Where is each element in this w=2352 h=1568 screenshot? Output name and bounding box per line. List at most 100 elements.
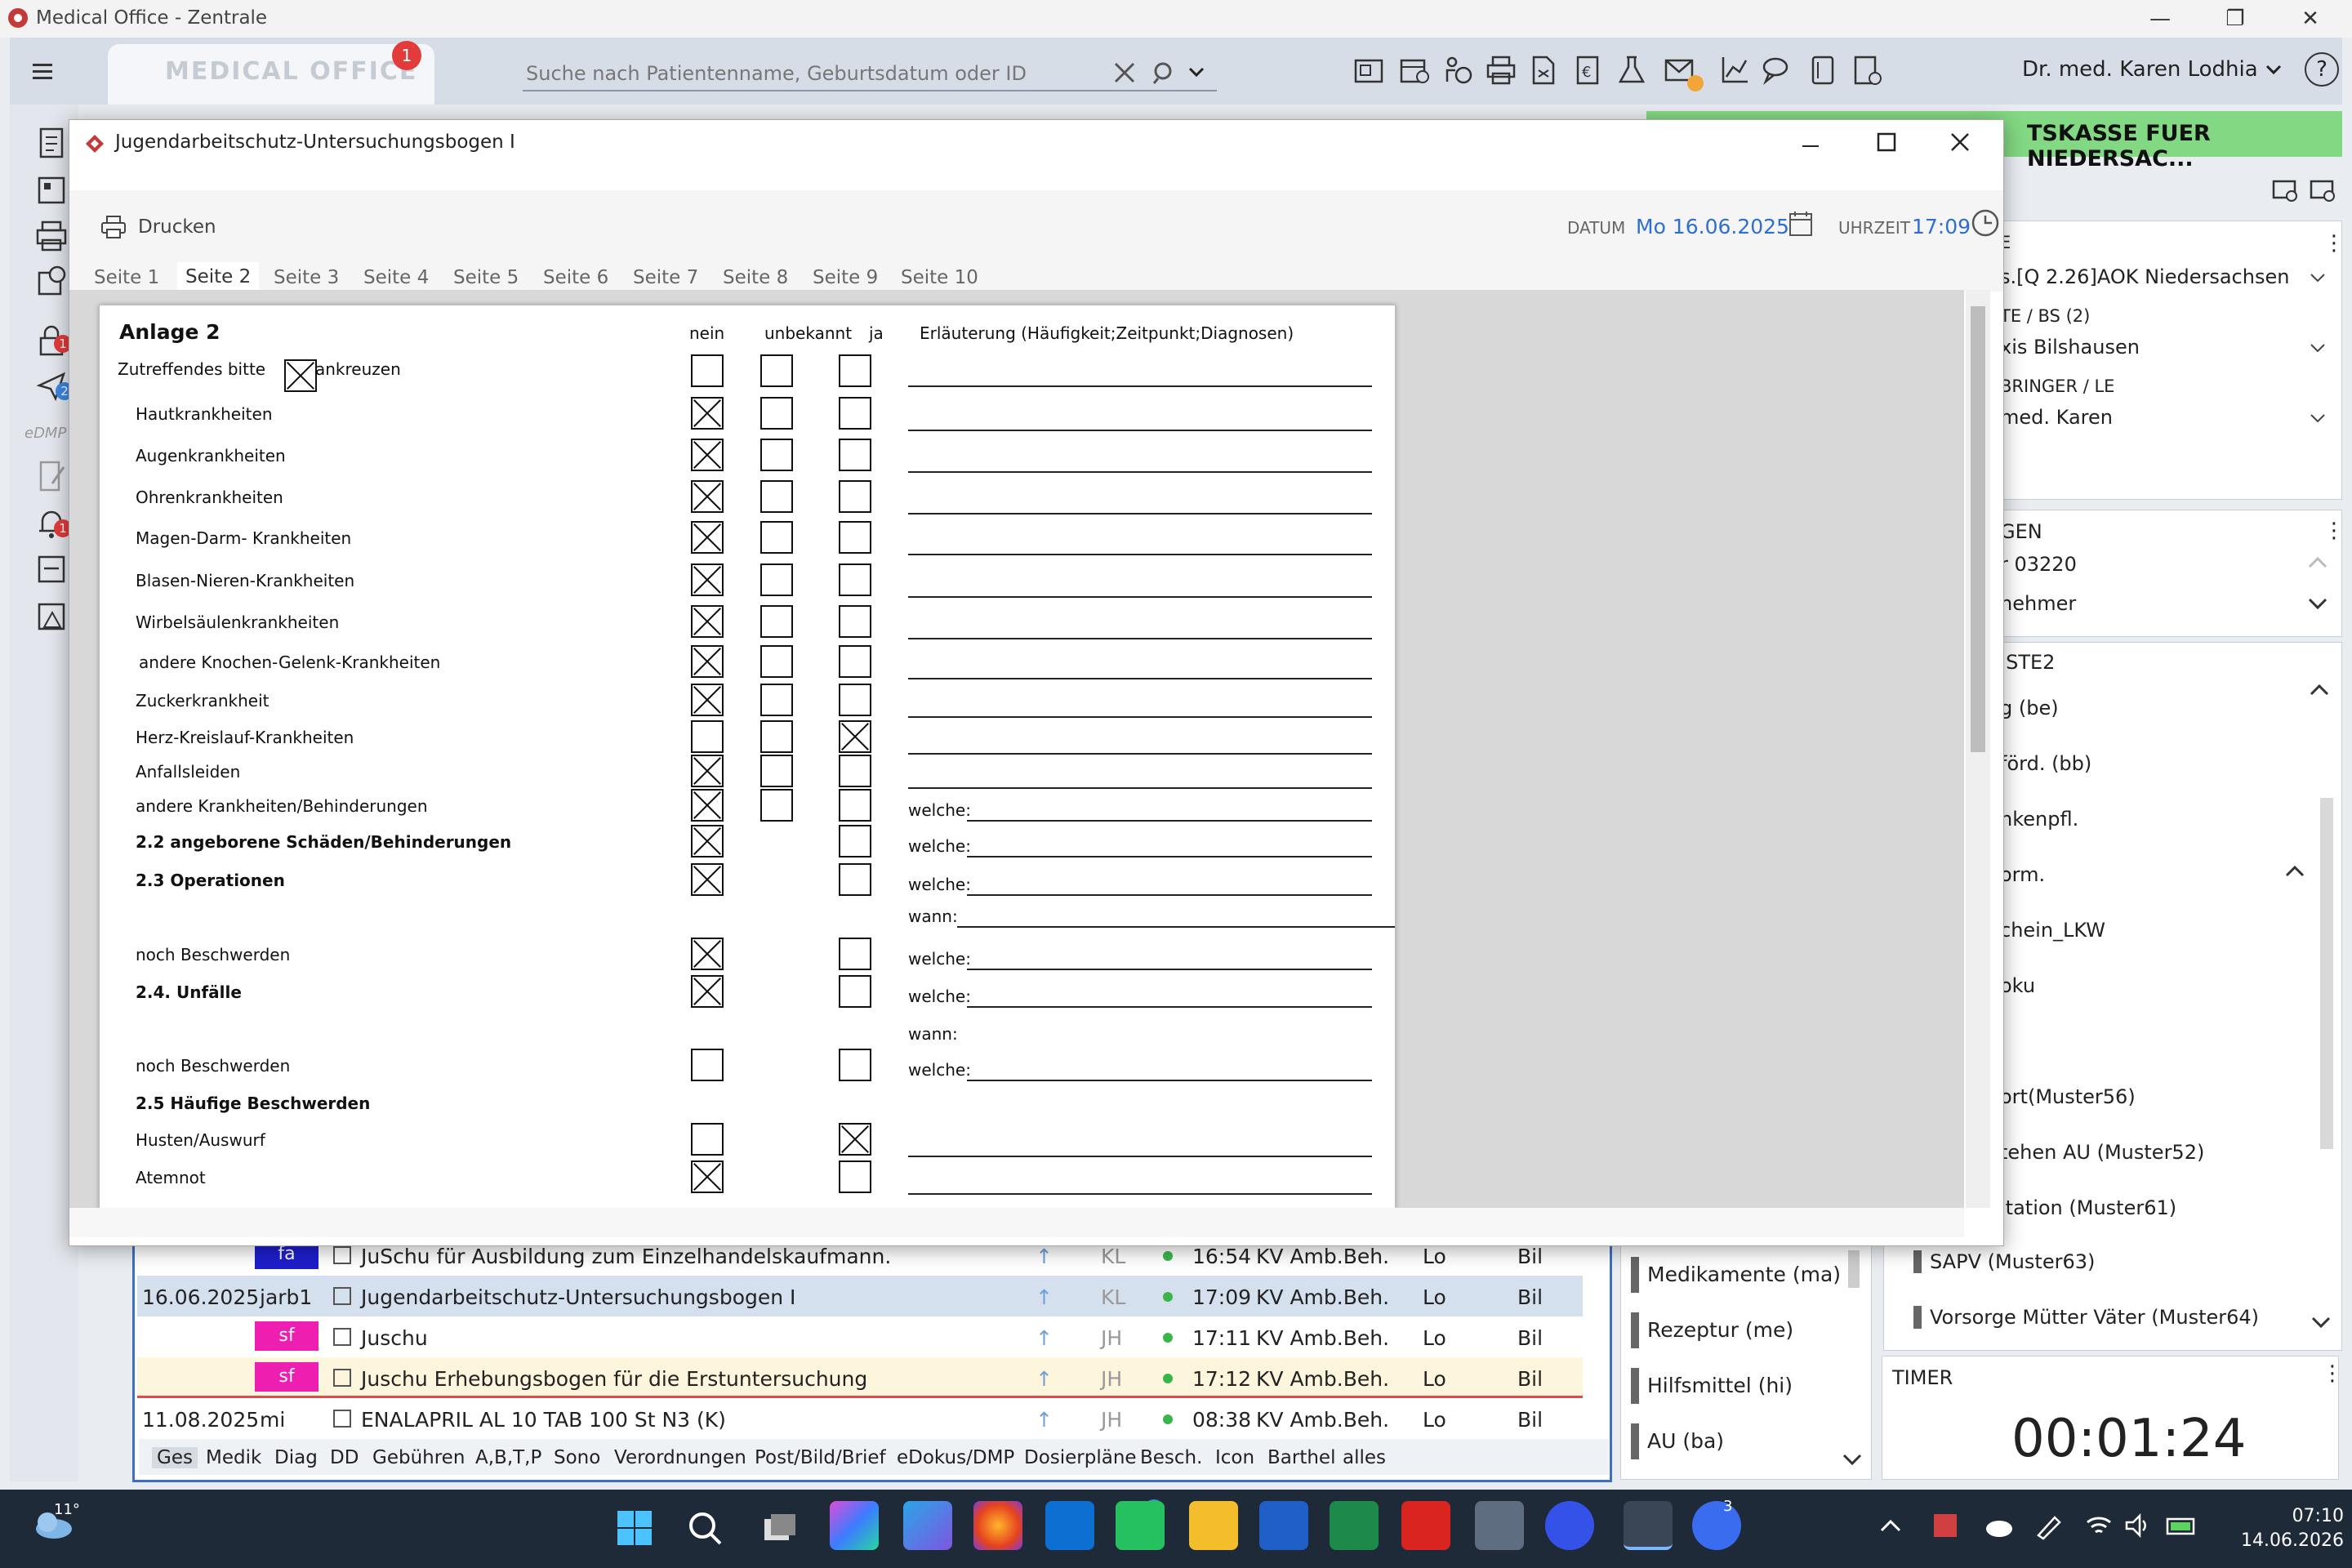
answer-line[interactable] [957, 926, 1395, 928]
close-icon[interactable] [1949, 131, 1971, 153]
form-checkbox[interactable] [691, 975, 724, 1008]
copilot-icon[interactable] [903, 1501, 952, 1550]
documents-icon[interactable] [1527, 54, 1560, 87]
history-icon[interactable] [34, 265, 70, 301]
answer-line[interactable] [908, 638, 1372, 639]
form-checkbox[interactable] [839, 720, 871, 753]
image-warning-icon[interactable] [34, 599, 70, 635]
form-checkbox[interactable] [839, 397, 871, 430]
form-checkbox[interactable] [691, 564, 724, 596]
form-checkbox[interactable] [839, 1160, 871, 1193]
filter-tab[interactable]: Diag [274, 1447, 318, 1468]
medical-office-taskbar-icon[interactable] [1624, 1501, 1673, 1550]
chevron-down-icon[interactable] [2309, 412, 2327, 425]
table-row[interactable]: 11.08.2025 mi ENALAPRIL AL 10 TAB 100 St N… [137, 1398, 1583, 1439]
scrollbar-thumb[interactable] [1971, 306, 1985, 752]
answer-line[interactable] [908, 554, 1372, 555]
chevron-down-icon[interactable] [2310, 1316, 2332, 1329]
form-checkbox[interactable] [760, 564, 793, 596]
scrollbar[interactable] [1848, 1250, 1860, 1288]
filter-tab[interactable]: Dosierpläne [1024, 1447, 1137, 1468]
forms-icon[interactable] [1352, 54, 1385, 87]
chevron-down-icon[interactable] [1187, 65, 1205, 80]
answer-line[interactable] [908, 385, 1372, 387]
answer-line[interactable] [967, 1080, 1372, 1081]
entry-type-item[interactable]: Medikamente (ma) [1631, 1257, 1841, 1293]
edit-document-icon[interactable] [34, 459, 70, 495]
form-checkbox[interactable] [691, 863, 724, 896]
form-checkbox[interactable] [691, 1160, 724, 1193]
firefox-icon[interactable] [973, 1501, 1022, 1550]
page-tab[interactable]: Seite 4 [363, 267, 429, 288]
filter-tab[interactable]: Medik [206, 1447, 261, 1468]
form-checkbox[interactable] [839, 684, 871, 716]
answer-line[interactable] [908, 430, 1372, 431]
filter-tab[interactable]: Ges [152, 1447, 198, 1468]
lab-icon[interactable] [1615, 54, 1648, 87]
chevron-down-icon[interactable] [2307, 597, 2328, 610]
page-tab[interactable]: Seite 5 [453, 267, 519, 288]
hamburger-icon[interactable] [33, 62, 57, 82]
page-tab[interactable]: Seite 2 [177, 262, 260, 292]
form-checkbox[interactable] [691, 645, 724, 678]
form-item[interactable]: chein_LKW [2000, 919, 2105, 942]
practice-value[interactable]: xis Bilshausen [2000, 336, 2140, 359]
answer-line[interactable] [967, 894, 1372, 896]
form-item[interactable]: oku [2000, 974, 2035, 997]
more-icon[interactable]: ⋮ [2323, 231, 2345, 256]
row-checkbox[interactable] [333, 1369, 351, 1387]
page-tab[interactable]: Seite 3 [274, 267, 339, 288]
form-checkbox[interactable] [691, 1123, 724, 1156]
answer-line[interactable] [908, 787, 1372, 789]
billing-icon[interactable]: € [1571, 54, 1604, 87]
form-checkbox[interactable] [839, 564, 871, 596]
filter-tab[interactable]: eDokus/DMP [897, 1447, 1014, 1468]
row-checkbox[interactable] [333, 1287, 351, 1305]
minimize-button[interactable]: — [2146, 7, 2174, 31]
clear-icon[interactable] [1112, 60, 1137, 85]
form-checkbox[interactable] [760, 521, 793, 554]
chevron-down-icon[interactable] [2309, 342, 2327, 355]
checklist-icon[interactable] [1851, 54, 1883, 87]
word-icon[interactable] [1259, 1501, 1308, 1550]
edmp-icon[interactable]: eDMP [24, 425, 66, 442]
answer-line[interactable] [908, 753, 1372, 755]
tray-expand-icon[interactable] [1878, 1517, 1903, 1535]
form-item[interactable]: g (be) [2000, 697, 2059, 719]
form-item[interactable]: ort(Muster56) [2000, 1085, 2136, 1108]
battery-icon[interactable] [2166, 1512, 2198, 1539]
camera-icon[interactable] [1475, 1501, 1524, 1550]
form-checkbox[interactable] [760, 354, 793, 387]
form-checkbox[interactable] [691, 480, 724, 513]
form-checkbox[interactable] [839, 1123, 871, 1156]
wifi-icon[interactable] [2084, 1512, 2114, 1539]
form-checkbox[interactable] [760, 789, 793, 822]
page-tab[interactable]: Seite 6 [543, 267, 608, 288]
statistics-icon[interactable] [1718, 54, 1751, 87]
time-value[interactable]: 17:09 [1912, 215, 1971, 238]
close-button[interactable]: ✕ [2296, 7, 2324, 31]
page-tab[interactable]: Seite 1 [94, 267, 159, 288]
form-item[interactable]: förd. (bb) [2000, 752, 2091, 775]
system-clock[interactable]: 07:10 14.06.2026 [2241, 1504, 2344, 1553]
form-checkbox[interactable] [839, 521, 871, 554]
form-item[interactable]: Vorsorge Mütter Väter (Muster64) [1913, 1306, 2259, 1329]
form-checkbox[interactable] [691, 439, 724, 471]
form-checkbox[interactable] [760, 755, 793, 787]
answer-line[interactable] [908, 1193, 1372, 1195]
answer-line[interactable] [908, 1156, 1372, 1157]
printer-icon[interactable] [1485, 54, 1517, 87]
help-icon[interactable]: ? [2305, 52, 2339, 87]
filter-tab[interactable]: Besch. [1140, 1447, 1202, 1468]
form-checkbox[interactable] [839, 439, 871, 471]
clock-icon[interactable] [1971, 208, 2000, 238]
tablet-icon[interactable] [1806, 54, 1839, 87]
page-tab[interactable]: Seite 10 [901, 267, 978, 288]
chat-icon[interactable] [1761, 54, 1793, 87]
chevron-up-icon[interactable] [2307, 556, 2328, 569]
form-item[interactable]: SAPV (Muster63) [1913, 1250, 2095, 1273]
patient-search[interactable]: Suche nach Patientenname, Geburtsdatum o… [523, 56, 1217, 91]
signal-icon[interactable] [1545, 1501, 1594, 1550]
answer-line[interactable] [908, 471, 1372, 473]
filter-tab[interactable]: A,B,T,P [475, 1447, 541, 1468]
